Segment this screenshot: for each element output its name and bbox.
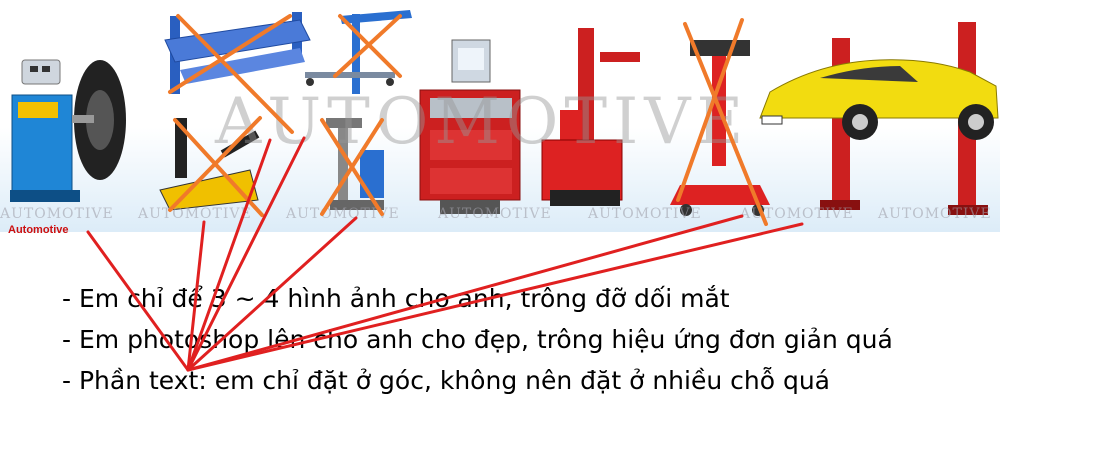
cross-mark bbox=[676, 18, 744, 202]
pointer-line bbox=[186, 222, 804, 372]
cross-mark bbox=[683, 22, 768, 226]
pointer-line bbox=[86, 230, 190, 372]
rejected-cross-marks bbox=[168, 14, 768, 226]
pointer-lines bbox=[86, 136, 804, 372]
annotation-overlay bbox=[86, 14, 804, 372]
